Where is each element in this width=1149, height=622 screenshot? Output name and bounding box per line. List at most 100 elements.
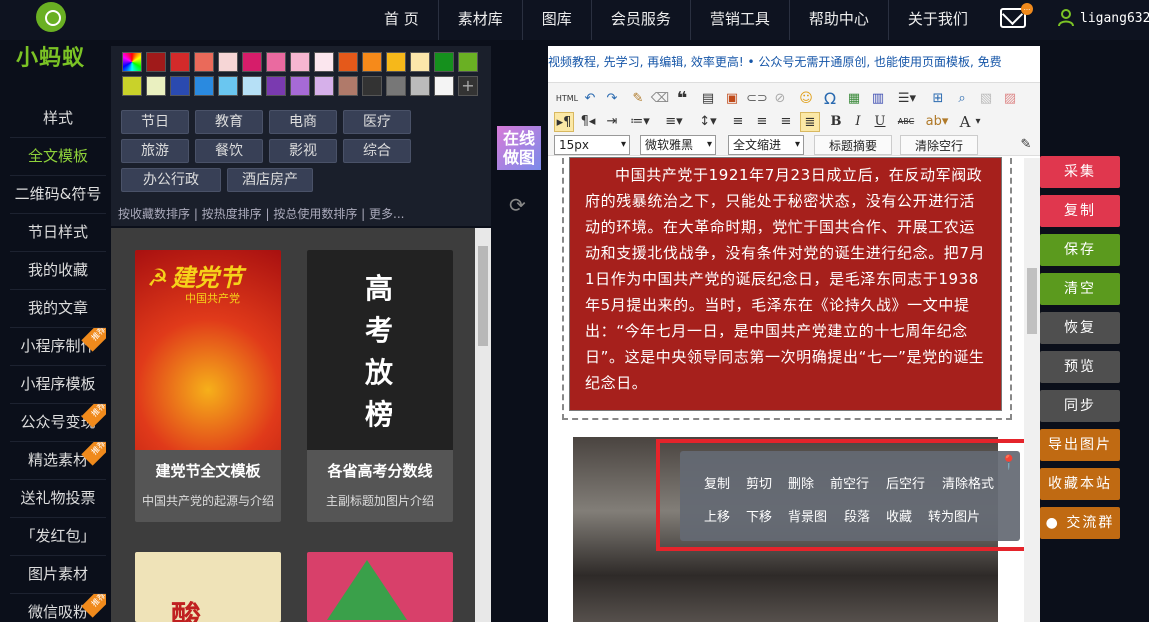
category-tag[interactable]: 电商 bbox=[269, 110, 337, 134]
action-button[interactable]: 采集 bbox=[1040, 156, 1120, 188]
table-icon[interactable]: ⊞ bbox=[928, 89, 948, 109]
color-swatch[interactable] bbox=[194, 76, 214, 96]
list-icon[interactable]: ☰▾ bbox=[892, 89, 922, 109]
action-button[interactable]: 清空 bbox=[1040, 273, 1120, 305]
sidebar-item[interactable]: 小程序模板 bbox=[10, 366, 106, 404]
color-swatch[interactable] bbox=[434, 76, 454, 96]
delete-table-icon[interactable]: ▨ bbox=[1000, 89, 1020, 109]
action-button[interactable]: 导出图片 bbox=[1040, 429, 1120, 461]
font-color-icon[interactable]: A bbox=[958, 112, 972, 132]
sidebar-item[interactable]: 我的文章 bbox=[10, 290, 106, 328]
sidebar-item[interactable]: 「发红包」 bbox=[10, 518, 106, 556]
sidebar-item[interactable]: 二维码&符号 bbox=[10, 176, 106, 214]
picture-icon[interactable]: ▦ bbox=[844, 89, 864, 109]
color-swatch[interactable] bbox=[386, 52, 406, 72]
color-swatch[interactable] bbox=[410, 76, 430, 96]
category-tag[interactable]: 教育 bbox=[195, 110, 263, 134]
color-swatch[interactable] bbox=[410, 52, 430, 72]
align-center-icon[interactable]: ≡ bbox=[752, 112, 772, 132]
nav-help[interactable]: 帮助中心 bbox=[788, 0, 888, 40]
image-icon[interactable]: ▣ bbox=[722, 89, 742, 109]
paste-icon[interactable]: ▤ bbox=[698, 89, 718, 109]
editor-scrollbar[interactable] bbox=[1024, 158, 1040, 622]
action-button[interactable]: 同步 bbox=[1040, 390, 1120, 422]
color-swatch[interactable] bbox=[386, 76, 406, 96]
rtl-icon[interactable]: ¶◂ bbox=[578, 112, 598, 132]
category-tag[interactable]: 旅游 bbox=[121, 139, 189, 163]
emotion-icon[interactable]: ☺ bbox=[796, 89, 816, 109]
color-swatch[interactable] bbox=[218, 52, 238, 72]
link-icon[interactable]: ⊂⊃ bbox=[746, 89, 768, 109]
color-swatch[interactable] bbox=[338, 76, 358, 96]
omega-icon[interactable]: Ω bbox=[820, 89, 840, 109]
sort-options[interactable]: 按收藏数排序 | 按热度排序 | 按总使用数排序 | 更多... bbox=[111, 202, 491, 226]
font-size-select[interactable]: 15px bbox=[554, 135, 630, 155]
color-swatch[interactable] bbox=[242, 52, 262, 72]
color-swatch[interactable] bbox=[194, 52, 214, 72]
announcement-ticker[interactable]: 视频教程, 先学习, 再编辑, 效率更高! • 公众号无需开通原创, 也能使用页… bbox=[548, 46, 1040, 78]
category-tag[interactable]: 节日 bbox=[121, 110, 189, 134]
line-height-icon[interactable]: ↕▾ bbox=[694, 112, 722, 132]
sidebar-item[interactable]: 节日样式 bbox=[10, 214, 106, 252]
sidebar-item[interactable]: 微信吸粉 推荐 bbox=[10, 594, 106, 622]
color-swatch[interactable] bbox=[170, 52, 190, 72]
template-scrollbar[interactable] bbox=[475, 228, 491, 622]
template-card[interactable]: 建党节 中国共产党 ☭ 建党节全文模板 中国共产党的起源与介绍 bbox=[135, 250, 281, 522]
nav-marketing[interactable]: 营销工具 bbox=[689, 0, 789, 40]
template-card[interactable]: 高考放榜 各省高考分数线 主副标题加图片介绍 bbox=[307, 250, 453, 522]
highlight-color-icon[interactable]: ab▾ bbox=[922, 112, 952, 132]
color-swatch[interactable] bbox=[362, 52, 382, 72]
category-tag[interactable]: 综合 bbox=[343, 139, 411, 163]
font-family-select[interactable]: 微软雅黑 bbox=[640, 135, 716, 155]
scrollbar-thumb[interactable] bbox=[478, 246, 488, 346]
indent-icon[interactable]: ⇥ bbox=[602, 112, 622, 132]
menu-delete[interactable]: 删除 bbox=[788, 473, 814, 492]
align-justify-icon[interactable]: ≣ bbox=[800, 112, 820, 132]
category-tag[interactable]: 影视 bbox=[269, 139, 337, 163]
sidebar-item[interactable]: 我的收藏 bbox=[10, 252, 106, 290]
sidebar-item[interactable]: 送礼物投票 bbox=[10, 480, 106, 518]
menu-insert-before[interactable]: 前空行 bbox=[830, 473, 869, 492]
sidebar-item[interactable]: 图片素材 bbox=[10, 556, 106, 594]
template-card[interactable]: 酸 bbox=[135, 552, 281, 622]
color-swatch[interactable] bbox=[146, 52, 166, 72]
search-icon[interactable]: ⌕ bbox=[952, 89, 972, 109]
sidebar-item[interactable]: 精选素材 推荐 bbox=[10, 442, 106, 480]
nav-about[interactable]: 关于我们 bbox=[887, 0, 987, 40]
action-button[interactable]: 恢复 bbox=[1040, 312, 1120, 344]
menu-to-image[interactable]: 转为图片 bbox=[928, 506, 980, 525]
row-spacing-icon[interactable]: ≡▾ bbox=[660, 112, 688, 132]
action-button[interactable]: 保存 bbox=[1040, 234, 1120, 266]
nav-gallery[interactable]: 图库 bbox=[521, 0, 591, 40]
cell-icon[interactable]: ▧ bbox=[976, 89, 996, 109]
category-tag[interactable]: 医疗 bbox=[343, 110, 411, 134]
bold-icon[interactable]: B bbox=[826, 112, 846, 132]
undo-icon[interactable]: ↶ bbox=[580, 89, 600, 109]
username[interactable]: ligang632 bbox=[1080, 11, 1149, 26]
menu-move-down[interactable]: 下移 bbox=[746, 506, 772, 525]
clear-blank-lines-button[interactable]: 清除空行 bbox=[900, 135, 979, 155]
menu-background[interactable]: 背景图 bbox=[788, 506, 827, 525]
sidebar-item[interactable]: 公众号变现 推荐 bbox=[10, 404, 106, 442]
unlink-icon[interactable]: ⊘ bbox=[770, 89, 790, 109]
action-button[interactable]: 收藏本站 bbox=[1040, 468, 1120, 500]
nav-materials[interactable]: 素材库 bbox=[437, 0, 522, 40]
menu-insert-after[interactable]: 后空行 bbox=[886, 473, 925, 492]
menu-cut[interactable]: 剪切 bbox=[746, 473, 772, 492]
color-swatch[interactable] bbox=[242, 76, 262, 96]
edit-icon[interactable]: ✎ bbox=[1016, 135, 1036, 155]
strikethrough-icon[interactable]: ABC bbox=[894, 112, 918, 132]
menu-copy[interactable]: 复制 bbox=[704, 473, 730, 492]
quote-icon[interactable]: ❝ bbox=[672, 89, 692, 109]
article-paragraph[interactable]: 中国共产党于1921年7月23日成立后，在反动军阀政府的残暴统治之下，只能处于秘… bbox=[585, 162, 987, 396]
color-swatch[interactable] bbox=[314, 76, 334, 96]
scrollbar-thumb[interactable] bbox=[1027, 268, 1037, 334]
nav-home[interactable]: 首 页 bbox=[365, 0, 438, 40]
template-card[interactable] bbox=[307, 552, 453, 622]
user-icon[interactable] bbox=[1058, 9, 1074, 27]
color-swatch[interactable] bbox=[122, 76, 142, 96]
title-summary-button[interactable]: 标题摘要 bbox=[814, 135, 893, 155]
color-picker-icon[interactable] bbox=[122, 52, 142, 72]
align-left-icon[interactable]: ≡ bbox=[728, 112, 748, 132]
color-swatch[interactable] bbox=[146, 76, 166, 96]
